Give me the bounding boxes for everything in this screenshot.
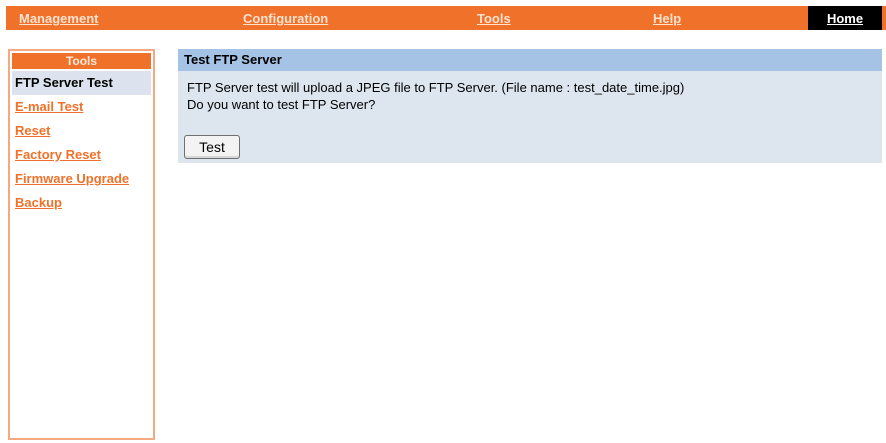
description-line-2: Do you want to test FTP Server? xyxy=(187,97,376,112)
sidebar-item-email-test[interactable]: E-mail Test xyxy=(10,95,153,119)
nav-help-link[interactable]: Help xyxy=(653,11,681,26)
nav-configuration-link[interactable]: Configuration xyxy=(243,11,328,26)
sidebar-item-ftp-server-test[interactable]: FTP Server Test xyxy=(12,71,151,95)
nav-home-container: Home xyxy=(808,6,882,30)
sidebar-item-backup[interactable]: Backup xyxy=(10,191,153,215)
top-navigation-bar: Management Configuration Tools Help Home xyxy=(6,6,886,30)
nav-tools-link[interactable]: Tools xyxy=(477,11,511,26)
test-ftp-server-panel: Test FTP Server FTP Server test will upl… xyxy=(178,49,882,163)
sidebar-title: Tools xyxy=(12,53,151,69)
nav-management-link[interactable]: Management xyxy=(19,11,98,26)
nav-home-link[interactable]: Home xyxy=(827,11,863,26)
sidebar-item-firmware-upgrade[interactable]: Firmware Upgrade xyxy=(10,167,153,191)
panel-title: Test FTP Server xyxy=(178,49,882,71)
test-button[interactable]: Test xyxy=(184,135,240,159)
sidebar-item-factory-reset[interactable]: Factory Reset xyxy=(10,143,153,167)
tools-sidebar: Tools FTP Server Test E-mail Test Reset … xyxy=(8,49,155,440)
description-line-1: FTP Server test will upload a JPEG file … xyxy=(187,80,685,95)
sidebar-item-reset[interactable]: Reset xyxy=(10,119,153,143)
panel-description: FTP Server test will upload a JPEG file … xyxy=(178,71,882,113)
